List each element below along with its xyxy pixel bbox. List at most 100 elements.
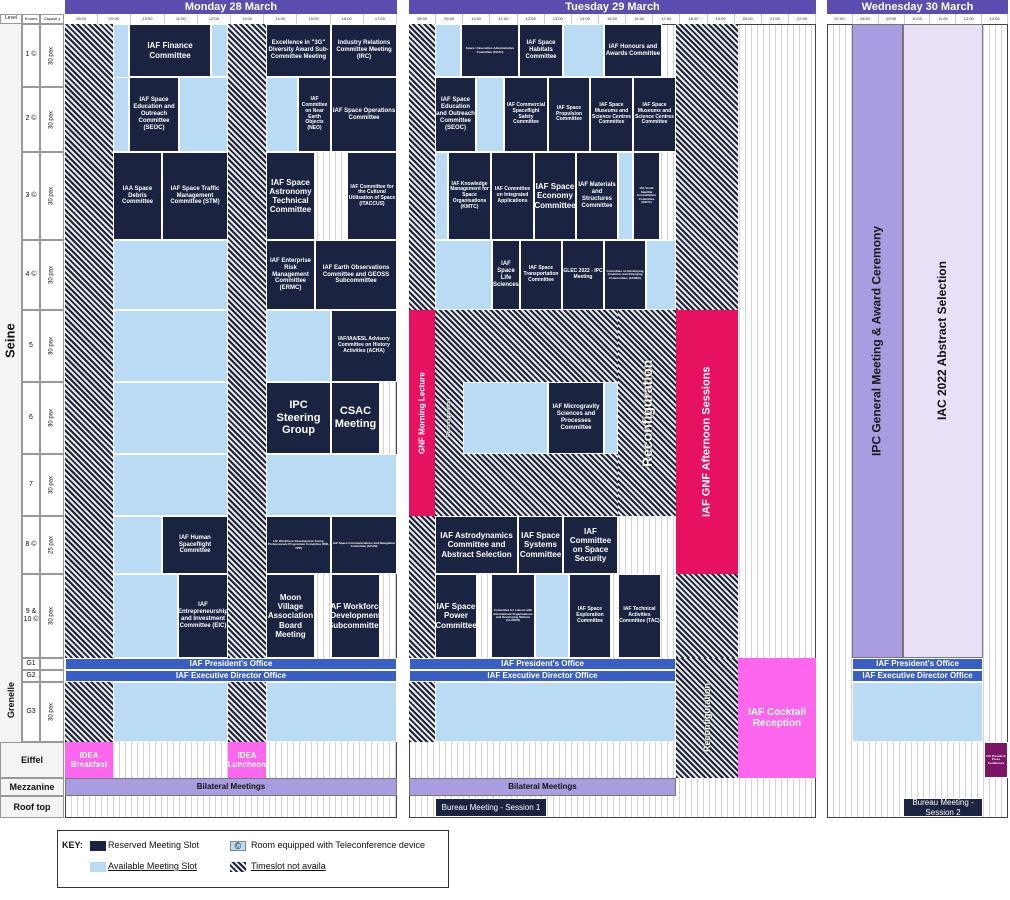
meeting-slot[interactable]: IAF Entrepreneurship and Investment Comm… (178, 574, 228, 658)
meeting-slot[interactable]: IAF Space Exploration Committee (569, 574, 611, 658)
idea-luncheon[interactable]: IDEA Luncheon (228, 742, 266, 778)
available-slot[interactable] (646, 240, 676, 310)
meeting-slot[interactable]: IAF Honours and Awards Committee (604, 24, 662, 77)
available-slot[interactable] (852, 682, 983, 742)
meeting-slot[interactable]: IAF Committee on Space Security (563, 516, 618, 574)
meeting-slot[interactable]: IAF Committee on Integrated Applications (491, 152, 534, 240)
available-slot[interactable] (266, 454, 397, 516)
available-slot[interactable] (113, 454, 228, 516)
meeting-slot[interactable]: IAF Commercial Spaceflight Safety Commit… (504, 77, 548, 152)
meeting-slot[interactable]: IAF Enterprise Risk Management Committee… (266, 240, 315, 310)
meeting-slot[interactable]: Committee for Liaison with International… (491, 574, 535, 658)
available-slot[interactable] (113, 682, 228, 742)
meeting-slot[interactable]: Moon Village Association Board Meeting (266, 574, 315, 658)
available-slot[interactable] (266, 682, 397, 742)
available-slot[interactable] (535, 574, 569, 658)
meeting-slot[interactable]: IAF Space Life Sciences (492, 240, 520, 310)
presidents-office[interactable]: IAF President's Office (852, 658, 983, 670)
available-slot[interactable] (113, 516, 162, 574)
meeting-slot[interactable]: IAF Earth Observations Committee and GEO… (315, 240, 397, 310)
meeting-slot[interactable]: IAF Space Operations Committee (331, 77, 397, 152)
gnf-afternoon-sessions[interactable]: IAF GNF Afternoon Sessions (676, 310, 738, 574)
bilateral-meetings[interactable]: Bilateral Meetings (65, 778, 397, 796)
presidents-office[interactable]: IAF President's Office (65, 658, 397, 670)
meeting-slot[interactable]: Committee on Developing Countries and Em… (604, 240, 646, 310)
meeting-slot[interactable]: IAF Astrodynamics Committee and Abstract… (435, 516, 518, 574)
idea-breakfast[interactable]: IDEA Breakfast (65, 742, 113, 778)
meeting-slot[interactable]: IAF Space Systems Committee (518, 516, 563, 574)
available-slot[interactable] (113, 382, 228, 454)
meeting-slot[interactable]: IAF Space Propulsion Committee (548, 77, 590, 152)
available-slot[interactable] (604, 382, 618, 454)
cocktail-reception[interactable]: IAF Cocktail Reception (738, 658, 816, 778)
not-available-slot (409, 516, 435, 658)
available-slot[interactable] (113, 240, 228, 310)
time-label: 15:00 (297, 14, 331, 24)
meeting-slot[interactable]: IAF Space Museums and Science Centres Co… (633, 77, 676, 152)
time-label: 18:00 (680, 14, 708, 24)
available-slot[interactable] (463, 382, 548, 454)
meeting-slot[interactable]: IAF Space Education and Outreach Committ… (129, 77, 179, 152)
meeting-slot[interactable]: IAF Space Communications and Navigation … (331, 516, 397, 574)
meeting-slot[interactable]: IAF Materials and Structures Committee (576, 152, 618, 240)
meeting-slot[interactable]: IAF Microgravity Sciences and Processes … (548, 382, 604, 454)
room-name: 3 © (22, 152, 40, 240)
available-slot[interactable] (266, 310, 331, 382)
meeting-slot[interactable]: IAF Space Astronomy Technical Committee (266, 152, 315, 240)
available-slot[interactable] (211, 24, 228, 77)
meeting-slot[interactable]: IAF Small Satellite Constellation Commit… (633, 152, 660, 240)
meeting-slot[interactable]: IAF Space Economy Committee (534, 152, 576, 240)
meeting-slot[interactable]: IAF Committee for the Cultural Utilisati… (347, 152, 397, 240)
time-label: 13:00 (231, 14, 265, 24)
meeting-slot[interactable]: IAF Space Traffic Management Committee (… (162, 152, 228, 240)
meeting-slot[interactable]: IAF Workforce Development-Young Professi… (266, 516, 331, 574)
available-slot[interactable] (435, 240, 492, 310)
available-slot[interactable] (179, 77, 228, 152)
meeting-slot[interactable]: IAF Space Transportation Committee (520, 240, 562, 310)
meeting-slot[interactable]: IPC Steering Group (266, 382, 331, 454)
available-slot[interactable] (113, 77, 129, 152)
available-slot[interactable] (435, 682, 676, 742)
available-slot[interactable] (435, 24, 461, 77)
executive-office[interactable]: IAF Executive Director Office (409, 670, 676, 682)
press-conference[interactable]: IAF President Press Conference (984, 742, 1008, 778)
presidents-office[interactable]: IAF President's Office (409, 658, 676, 670)
available-slot[interactable] (563, 24, 604, 77)
available-slot[interactable] (476, 77, 504, 152)
meeting-slot[interactable]: IAF Space Habitats Committee (519, 24, 563, 77)
available-slot[interactable] (266, 77, 298, 152)
time-label: 09:00 (436, 14, 464, 24)
meeting-slot[interactable]: IAA Space Debris Committee (113, 152, 162, 240)
bureau-meeting[interactable]: Bureau Meeting - Session 1 (435, 798, 547, 817)
abstract-selection[interactable]: IAC 2022 Abstract Selection (903, 24, 983, 658)
bilateral-meetings[interactable]: Bilateral Meetings (409, 778, 676, 796)
meeting-slot[interactable]: IAF Space Museums and Science Centres Co… (590, 77, 633, 152)
time-label: 16:00 (626, 14, 654, 24)
meeting-slot[interactable]: IAF/IAA/ESL Advisory Committee on Histor… (331, 310, 397, 382)
meeting-slot[interactable]: CSAC Meeting (331, 382, 380, 454)
meeting-slot[interactable]: IAF Space Education and Outreach Committ… (435, 77, 476, 152)
executive-office[interactable]: IAF Executive Director Office (65, 670, 397, 682)
available-slot[interactable] (113, 310, 228, 382)
meeting-slot[interactable]: Space Universities Administrative Commit… (461, 24, 519, 77)
time-label: 08:00 (409, 14, 437, 24)
bureau-meeting[interactable]: Bureau Meeting - Session 2 (903, 798, 983, 817)
meeting-slot[interactable]: GLEC 2022 - IPC Meeting (562, 240, 604, 310)
available-slot[interactable] (435, 152, 448, 240)
legend-na-swatch (230, 862, 246, 872)
meeting-slot[interactable]: IAF Knowledge Management for Space Organ… (448, 152, 491, 240)
meeting-slot[interactable]: IAF Human Spaceflight Committee (162, 516, 228, 574)
meeting-slot[interactable]: Industry Relations Committee Meeting (IR… (331, 24, 397, 77)
meeting-slot[interactable]: IAF Finance Committee (129, 24, 211, 77)
available-slot[interactable] (113, 574, 178, 658)
available-slot[interactable] (618, 152, 633, 240)
not-available-slot (676, 574, 738, 658)
meeting-slot[interactable]: Excellence in "3G" Diversity Award Sub-C… (266, 24, 331, 77)
ipc-general-meeting[interactable]: IPC General Meeting & Award Ceremony (852, 24, 903, 658)
executive-office[interactable]: IAF Executive Director Office (852, 670, 983, 682)
meeting-slot[interactable]: IAF Space Power Committee (435, 574, 477, 658)
meeting-slot[interactable]: IAF Committee on Near Earth Objects (NEO… (298, 77, 331, 152)
gnf-morning-lecture[interactable]: GNF Morning Lecture (409, 310, 435, 516)
meeting-slot[interactable]: IAF Workforce Development Subcommittee (331, 574, 380, 658)
meeting-slot[interactable]: IAF Technical Activities Committee (TAC) (618, 574, 661, 658)
